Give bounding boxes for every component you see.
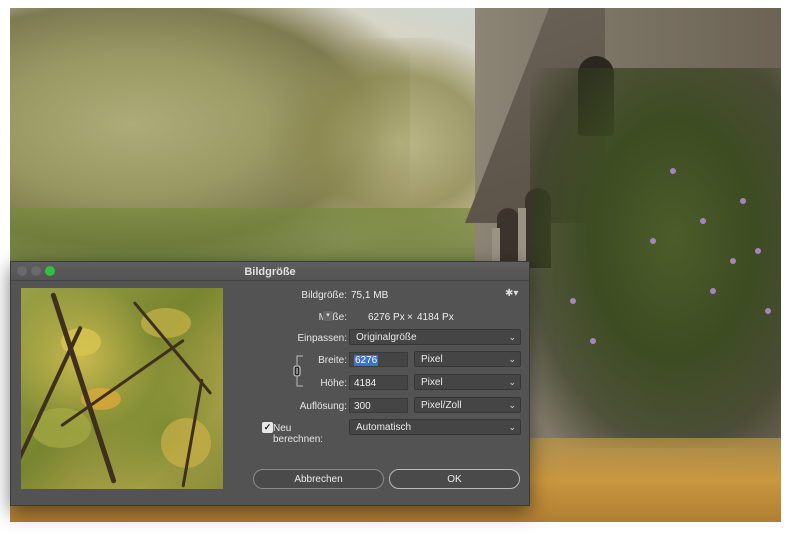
width-input[interactable]: 6276 (349, 352, 408, 367)
dimensions-unit-dropdown[interactable]: ▾ (323, 311, 333, 321)
dimensions-height: 4184 Px (417, 312, 454, 323)
ok-button[interactable]: OK (389, 469, 520, 489)
height-label: Höhe: (320, 378, 347, 389)
checkmark-icon: ✓ (263, 422, 272, 432)
resample-label[interactable]: Neu berechnen: (273, 423, 343, 445)
chevron-down-icon: ⌄ (508, 400, 516, 410)
resample-select[interactable]: Automatisch ⌄ (349, 419, 521, 435)
chevron-down-icon: ⌄ (508, 377, 516, 387)
dimensions-width: 6276 Px (368, 312, 405, 323)
height-input[interactable]: 4184 (349, 375, 408, 390)
title-bar[interactable]: Bildgröße (11, 262, 529, 281)
chevron-down-icon: ⌄ (508, 422, 516, 432)
chevron-down-icon: ⌄ (508, 354, 516, 364)
image-size-label: Bildgröße: (301, 290, 347, 301)
resample-checkbox[interactable]: ✓ (262, 422, 273, 433)
vines (530, 68, 781, 448)
dimensions-separator: × (407, 312, 413, 323)
height-unit-select[interactable]: Pixel ⌄ (414, 374, 521, 390)
chevron-down-icon: ⌄ (508, 332, 516, 342)
zoom-button[interactable] (45, 266, 55, 276)
resolution-unit-select[interactable]: Pixel/Zoll ⌄ (414, 397, 521, 413)
close-button[interactable] (17, 266, 27, 276)
resolution-label: Auflösung: (299, 401, 347, 412)
gear-icon[interactable]: ✱▾ (505, 288, 518, 299)
resolution-input[interactable]: 300 (349, 398, 408, 413)
minimize-button[interactable] (31, 266, 41, 276)
cancel-button[interactable]: Abbrechen (253, 469, 384, 489)
fit-select[interactable]: Originalgröße ⌄ (349, 329, 521, 345)
fit-label: Einpassen: (297, 333, 347, 344)
width-unit-select[interactable]: Pixel ⌄ (414, 351, 521, 367)
image-preview[interactable] (21, 288, 223, 489)
image-size-dialog: Bildgröße Bildgröße: 75,1 MB ✱▾ Maße: ▾ … (10, 261, 530, 506)
width-label: Breite: (318, 355, 347, 366)
dialog-title: Bildgröße (244, 266, 296, 278)
image-size-value: 75,1 MB (351, 290, 389, 301)
